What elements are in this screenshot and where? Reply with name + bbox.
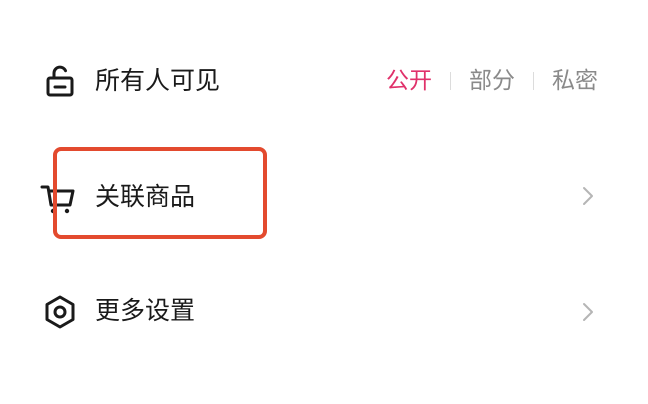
unlock-icon — [46, 65, 74, 97]
visibility-label: 所有人可见 — [95, 66, 221, 95]
shopping-cart-icon — [40, 185, 75, 214]
segment-divider — [533, 72, 534, 90]
chevron-right-icon — [583, 303, 593, 321]
linked-products-label: 关联商品 — [95, 182, 196, 211]
more-settings-row[interactable]: 更多设置 — [0, 271, 648, 351]
hexagon-settings-icon — [45, 295, 75, 329]
post-settings-panel: 所有人可见 公开 部分 私密 关联商品 更多设置 — [0, 0, 648, 404]
linked-products-row[interactable]: 关联商品 — [0, 156, 648, 236]
segment-divider — [450, 72, 451, 90]
visibility-option-partial[interactable]: 部分 — [469, 66, 515, 96]
visibility-option-public[interactable]: 公开 — [386, 66, 432, 96]
visibility-segmented-control: 公开 部分 私密 — [386, 66, 598, 96]
chevron-right-icon — [583, 187, 593, 205]
visibility-row: 所有人可见 公开 部分 私密 — [0, 40, 648, 120]
more-settings-label: 更多设置 — [95, 296, 196, 325]
visibility-option-private[interactable]: 私密 — [552, 66, 598, 96]
